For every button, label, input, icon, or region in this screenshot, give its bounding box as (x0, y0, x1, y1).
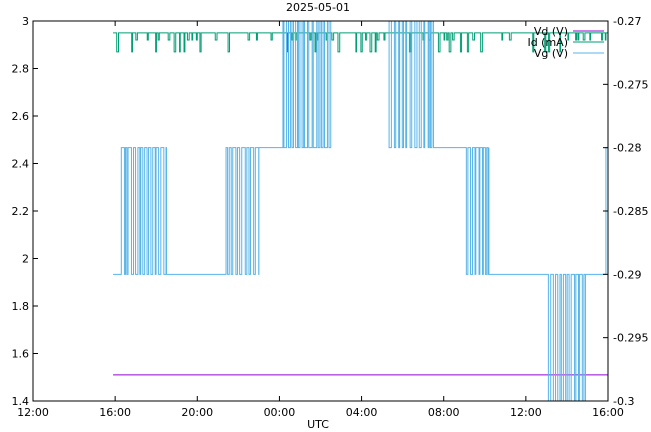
x-axis: 12:00 16:00 20:00 00:00 04:00 08:00 12:00 16:00 (17, 21, 624, 419)
y-tick-label: 2.6 (12, 110, 30, 123)
y-tick-label: 1.4 (12, 395, 30, 408)
series-line (113, 21, 608, 401)
y2-tick-label: -0.29 (613, 268, 641, 281)
series-layer (113, 21, 608, 401)
series-vg (113, 21, 608, 401)
plot-frame (32, 20, 609, 402)
x-tick-label: 12:00 (510, 406, 542, 419)
y2-tick-label: -0.3 (613, 395, 634, 408)
y2-tick-label: -0.27 (613, 15, 641, 28)
x-tick-label: 04:00 (346, 406, 378, 419)
y-tick-label: 2.8 (12, 63, 30, 76)
chart: 2025-05-01 12:00 16:00 20:00 00:00 04:00 08:0… (12, 1, 649, 431)
x-tick-label: 20:00 (181, 406, 213, 419)
x-axis-label: UTC (307, 418, 329, 431)
y2-tick-label: -0.295 (613, 332, 648, 345)
y-tick-label: 2 (22, 253, 29, 266)
legend: Vd (V)Id (mA)Vg (V) (527, 25, 604, 60)
y2-tick-label: -0.275 (613, 78, 648, 91)
y-tick-label: 2.2 (12, 205, 30, 218)
y2-tick-label: -0.28 (613, 142, 641, 155)
y-axis: 1.4 1.6 1.8 2 2.2 2.4 2.6 2.8 3 (12, 15, 38, 408)
x-tick-label: 16:00 (99, 406, 131, 419)
y-tick-label: 3 (22, 15, 29, 28)
y2-axis: -0.3 -0.295 -0.29 -0.285 -0.28 -0.275 -0.27 (603, 15, 648, 408)
y-tick-label: 1.8 (12, 300, 30, 313)
chart-title: 2025-05-01 (286, 1, 350, 14)
legend-label: Vg (V) (534, 47, 568, 60)
x-tick-label: 00:00 (264, 406, 296, 419)
x-tick-label: 08:00 (428, 406, 460, 419)
y-tick-label: 1.6 (12, 348, 30, 361)
y-tick-label: 2.4 (12, 158, 30, 171)
y2-tick-label: -0.285 (613, 205, 648, 218)
